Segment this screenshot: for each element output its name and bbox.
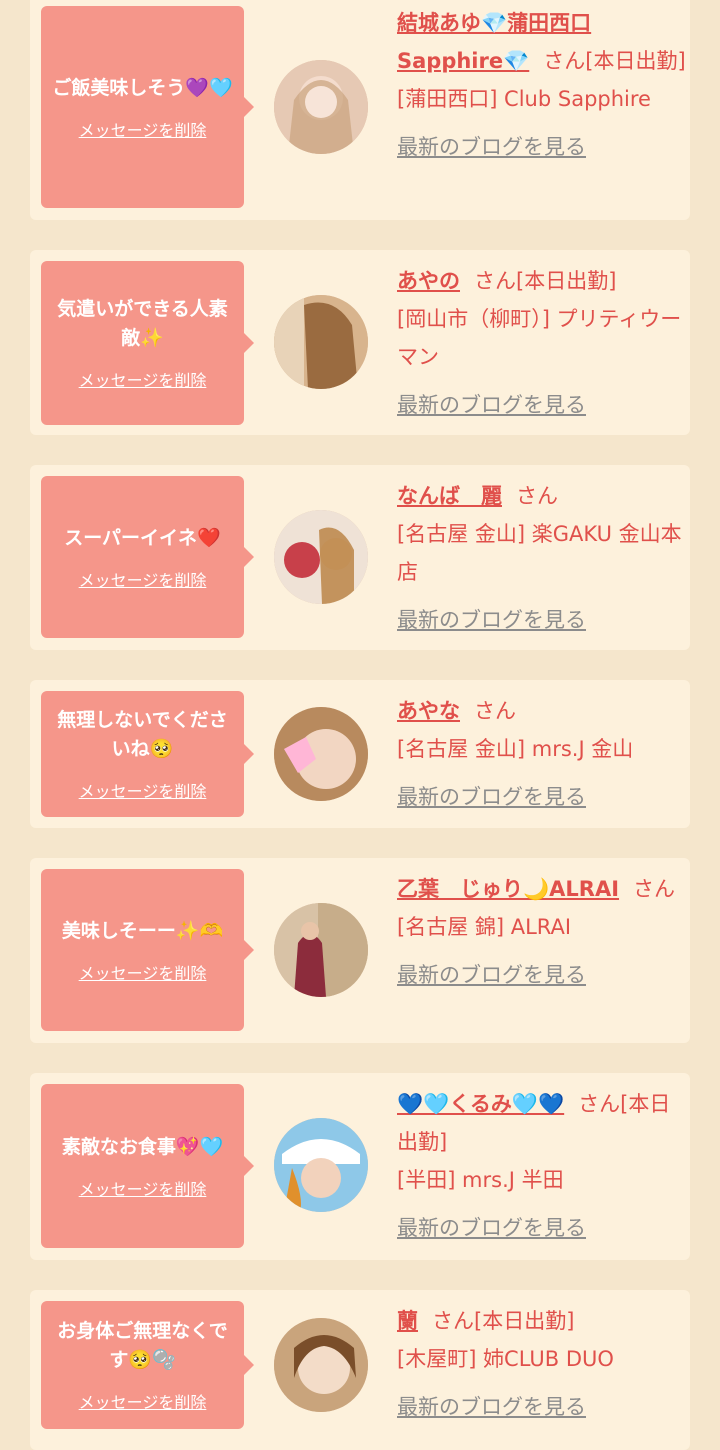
latest-blog-link[interactable]: 最新のブログを見る bbox=[397, 386, 687, 424]
cast-info: 💙🩵くるみ🩵💙 さん[本日出勤] [半田] mrs.J 半田 最新のブログを見る bbox=[397, 1085, 687, 1247]
message-card: 気遣いができる人素敵✨ メッセージを削除 あやの さん[本日出勤] [岡山市（柳町… bbox=[30, 250, 690, 435]
cast-suffix: さん[本日出勤] bbox=[432, 1309, 575, 1333]
cast-info: なんば 麗さん [名古屋 金山] 楽GAKU 金山本店 最新のブログを見る bbox=[397, 477, 687, 639]
latest-blog-link[interactable]: 最新のブログを見る bbox=[397, 601, 687, 639]
cast-info: 乙葉 じゅり🌙ALRAI さん [名古屋 錦] ALRAI 最新のブログを見る bbox=[397, 870, 687, 994]
message-text: ご飯美味しそう💜🩵 bbox=[52, 76, 233, 99]
avatar[interactable] bbox=[274, 60, 368, 154]
delete-message-link[interactable]: メッセージを削除 bbox=[79, 1176, 207, 1200]
avatar[interactable] bbox=[274, 510, 368, 604]
message-text: 美味しそーー✨🫶 bbox=[61, 919, 224, 942]
cast-name-link[interactable]: あやな bbox=[397, 699, 460, 723]
cast-info: あやな さん [名古屋 金山] mrs.J 金山 最新のブログを見る bbox=[397, 692, 687, 816]
shop-name: [蒲田西口] Club Sapphire bbox=[397, 87, 651, 111]
message-text: 無理しないでくださいね🥺 bbox=[57, 709, 228, 760]
message-bubble: 気遣いができる人素敵✨ メッセージを削除 bbox=[41, 261, 254, 425]
cast-suffix: さん bbox=[633, 877, 676, 901]
delete-message-link[interactable]: メッセージを削除 bbox=[79, 1389, 207, 1413]
shop-name: [木屋町] 姉CLUB DUO bbox=[397, 1347, 614, 1371]
cast-info: あやの さん[本日出勤] [岡山市（柳町）] プリティウーマン 最新のブログを見る bbox=[397, 262, 687, 424]
message-card: スーパーイイネ❤️ メッセージを削除 なんば 麗さん [名古屋 金山] 楽GAK… bbox=[30, 465, 690, 650]
shop-name: [名古屋 金山] mrs.J 金山 bbox=[397, 737, 634, 761]
latest-blog-link[interactable]: 最新のブログを見る bbox=[397, 1209, 687, 1247]
message-bubble: 素敵なお食事💖🩵 メッセージを削除 bbox=[41, 1084, 254, 1248]
delete-message-link[interactable]: メッセージを削除 bbox=[79, 117, 207, 141]
shop-name: [半田] mrs.J 半田 bbox=[397, 1168, 564, 1192]
latest-blog-link[interactable]: 最新のブログを見る bbox=[397, 1388, 687, 1426]
cast-suffix: さん[本日出勤] bbox=[474, 269, 617, 293]
message-card: 美味しそーー✨🫶 メッセージを削除 乙葉 じゅり🌙ALRAI さん [名古屋 錦]… bbox=[30, 858, 690, 1043]
cast-name-link[interactable]: 💙🩵くるみ🩵💙 bbox=[397, 1092, 564, 1116]
avatar[interactable] bbox=[274, 707, 368, 801]
message-card: 素敵なお食事💖🩵 メッセージを削除 💙🩵くるみ🩵💙 さん[本日出勤] [半田] m… bbox=[30, 1073, 690, 1260]
cast-suffix: さん bbox=[516, 484, 558, 508]
message-card: 無理しないでくださいね🥺 メッセージを削除 あやな さん [名古屋 金山] mrs… bbox=[30, 680, 690, 828]
delete-message-link[interactable]: メッセージを削除 bbox=[79, 778, 207, 802]
message-card: お身体ご無理なくです🥺🫧 メッセージを削除 蘭さん[本日出勤] [木屋町] 姉C… bbox=[30, 1290, 690, 1450]
message-bubble: ご飯美味しそう💜🩵 メッセージを削除 bbox=[41, 6, 254, 208]
latest-blog-link[interactable]: 最新のブログを見る bbox=[397, 778, 687, 816]
cast-suffix: さん bbox=[474, 699, 516, 723]
cast-info: 蘭さん[本日出勤] [木屋町] 姉CLUB DUO 最新のブログを見る bbox=[397, 1302, 687, 1426]
cast-name-link[interactable]: 乙葉 じゅり🌙ALRAI bbox=[397, 877, 619, 901]
message-card: ご飯美味しそう💜🩵 メッセージを削除 結城あゆ💎蒲田西口Sapphire💎 さん[… bbox=[30, 0, 690, 220]
cast-suffix: さん[本日出勤] bbox=[543, 49, 686, 73]
delete-message-link[interactable]: メッセージを削除 bbox=[79, 960, 207, 984]
message-bubble: スーパーイイネ❤️ メッセージを削除 bbox=[41, 476, 254, 638]
message-bubble: お身体ご無理なくです🥺🫧 メッセージを削除 bbox=[41, 1301, 254, 1429]
cast-name-link[interactable]: あやの bbox=[397, 269, 460, 293]
delete-message-link[interactable]: メッセージを削除 bbox=[79, 567, 207, 591]
cast-name-link[interactable]: なんば 麗 bbox=[397, 484, 502, 508]
cast-name-link[interactable]: 蘭 bbox=[397, 1309, 418, 1333]
shop-name: [名古屋 錦] ALRAI bbox=[397, 915, 572, 939]
latest-blog-link[interactable]: 最新のブログを見る bbox=[397, 956, 687, 994]
message-text: スーパーイイネ❤️ bbox=[64, 526, 221, 549]
avatar[interactable] bbox=[274, 295, 368, 389]
avatar[interactable] bbox=[274, 1118, 368, 1212]
latest-blog-link[interactable]: 最新のブログを見る bbox=[397, 128, 687, 166]
avatar[interactable] bbox=[274, 903, 368, 997]
avatar[interactable] bbox=[274, 1318, 368, 1412]
shop-name: [名古屋 金山] 楽GAKU 金山本店 bbox=[397, 522, 682, 584]
message-bubble: 無理しないでくださいね🥺 メッセージを削除 bbox=[41, 691, 254, 817]
message-text: 素敵なお食事💖🩵 bbox=[61, 1135, 224, 1158]
message-text: お身体ご無理なくです🥺🫧 bbox=[57, 1320, 228, 1371]
shop-name: [岡山市（柳町）] プリティウーマン bbox=[397, 307, 682, 369]
message-bubble: 美味しそーー✨🫶 メッセージを削除 bbox=[41, 869, 254, 1031]
cast-info: 結城あゆ💎蒲田西口Sapphire💎 さん[本日出勤] [蒲田西口] Club S… bbox=[397, 4, 687, 166]
message-text: 気遣いができる人素敵✨ bbox=[57, 298, 228, 349]
delete-message-link[interactable]: メッセージを削除 bbox=[79, 367, 207, 391]
